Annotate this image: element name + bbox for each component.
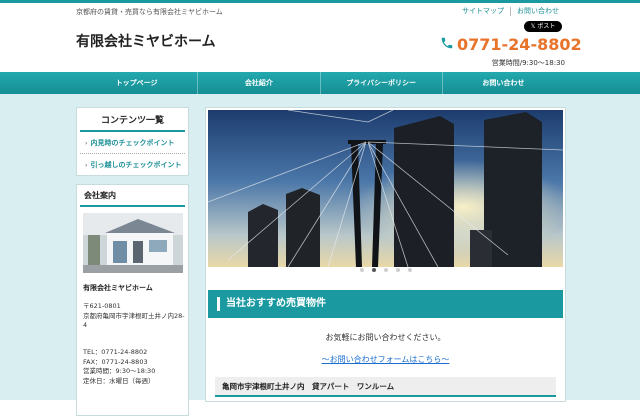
nav-top[interactable]: トップページ bbox=[76, 72, 197, 94]
contents-menu: コンテンツ一覧 › 内見時のチェックポイント › 引っ越しのチェックポイント bbox=[76, 107, 189, 176]
nav-contact[interactable]: お問い合わせ bbox=[441, 72, 564, 94]
company-name: 有限会社ミヤビホーム bbox=[83, 284, 153, 292]
contact-link[interactable]: お問い合わせ bbox=[510, 7, 565, 16]
company-tel: TEL：0771-24-8802 bbox=[83, 348, 148, 356]
top-accent-line bbox=[0, 0, 640, 3]
hero-slider-image[interactable] bbox=[208, 110, 563, 267]
company-address: 〒621-0801 京都府亀岡市宇津根町土井ノ内28-4 bbox=[83, 302, 188, 331]
company-fax: FAX：0771-24-8803 bbox=[83, 357, 148, 366]
company-hours: 営業時間：9:30〜18:30 bbox=[83, 367, 156, 375]
phone-icon bbox=[440, 35, 454, 54]
x-post-button[interactable]: 𝕏 ポスト bbox=[524, 21, 562, 32]
company-contact: TEL：0771-24-8802 FAX：0771-24-8803 営業時間：9… bbox=[83, 348, 155, 386]
site-title[interactable]: 有限会社ミヤビホーム bbox=[76, 31, 216, 51]
inquiry-form-link[interactable]: 〜お問い合わせフォームはこちら〜 bbox=[206, 354, 565, 365]
slider-dot[interactable] bbox=[395, 268, 400, 272]
company-holiday: 定休日：水曜日（毎週） bbox=[83, 376, 155, 385]
phone-contact[interactable]: 0771-24-8802 bbox=[440, 35, 582, 54]
company-info: 会社案内 有限会社ミヤビホーム 〒621-0801 京都府亀岡市宇津根町土井ノ内… bbox=[76, 184, 189, 416]
inquiry-text: お気軽にお問い合わせください。 bbox=[325, 333, 446, 342]
sitemap-link[interactable]: サイトマップ bbox=[456, 7, 510, 16]
chevron-right-icon: › bbox=[85, 162, 88, 169]
main-content: 当社おすすめ売買物件 お気軽にお問い合わせください。 〜お問い合わせフォームはこ… bbox=[205, 107, 566, 402]
top-links: サイトマップ お問い合わせ bbox=[456, 7, 565, 16]
section-heading: 当社おすすめ売買物件 bbox=[208, 290, 563, 318]
x-logo-icon: 𝕏 bbox=[530, 23, 536, 30]
company-info-title: 会社案内 bbox=[80, 185, 185, 207]
menu-item-viewing-checkpoints[interactable]: › 内見時のチェックポイント bbox=[80, 132, 185, 154]
street-address: 京都府亀岡市宇津根町土井ノ内28-4 bbox=[83, 311, 185, 330]
menu-item-label: 内見時のチェックポイント bbox=[90, 139, 175, 147]
sidebar: コンテンツ一覧 › 内見時のチェックポイント › 引っ越しのチェックポイント 会社案… bbox=[76, 107, 189, 416]
chevron-right-icon: › bbox=[85, 140, 88, 147]
site-tagline: 京都府の賃貸・売買なら有限会社ミヤビホーム bbox=[76, 8, 223, 16]
phone-number: 0771-24-8802 bbox=[457, 35, 582, 54]
slider-dot[interactable] bbox=[383, 268, 388, 272]
x-post-label: ポスト bbox=[537, 23, 556, 30]
menu-item-moving-checkpoints[interactable]: › 引っ越しのチェックポイント bbox=[80, 154, 185, 175]
main-nav: トップページ 会社紹介 プライバシーポリシー お問い合わせ bbox=[0, 72, 640, 94]
slider-dot[interactable] bbox=[359, 268, 364, 272]
nav-company[interactable]: 会社紹介 bbox=[197, 72, 319, 94]
nav-privacy[interactable]: プライバシーポリシー bbox=[319, 72, 442, 94]
section-title: 当社おすすめ売買物件 bbox=[226, 298, 326, 309]
slider-dot[interactable] bbox=[407, 268, 412, 272]
menu-item-label: 引っ越しのチェックポイント bbox=[90, 161, 182, 169]
contents-menu-title: コンテンツ一覧 bbox=[80, 108, 185, 132]
business-hours: 営業時間/9:30〜18:30 bbox=[491, 59, 565, 67]
property-listing-title[interactable]: 亀岡市宇津根町土井ノ内 貸アパート ワンルーム bbox=[215, 377, 556, 397]
postal-code: 〒621-0801 bbox=[83, 302, 121, 310]
heading-accent-bar bbox=[217, 297, 220, 311]
office-photo bbox=[83, 213, 183, 273]
slider-dots bbox=[205, 268, 566, 272]
slider-dot[interactable] bbox=[371, 268, 376, 272]
